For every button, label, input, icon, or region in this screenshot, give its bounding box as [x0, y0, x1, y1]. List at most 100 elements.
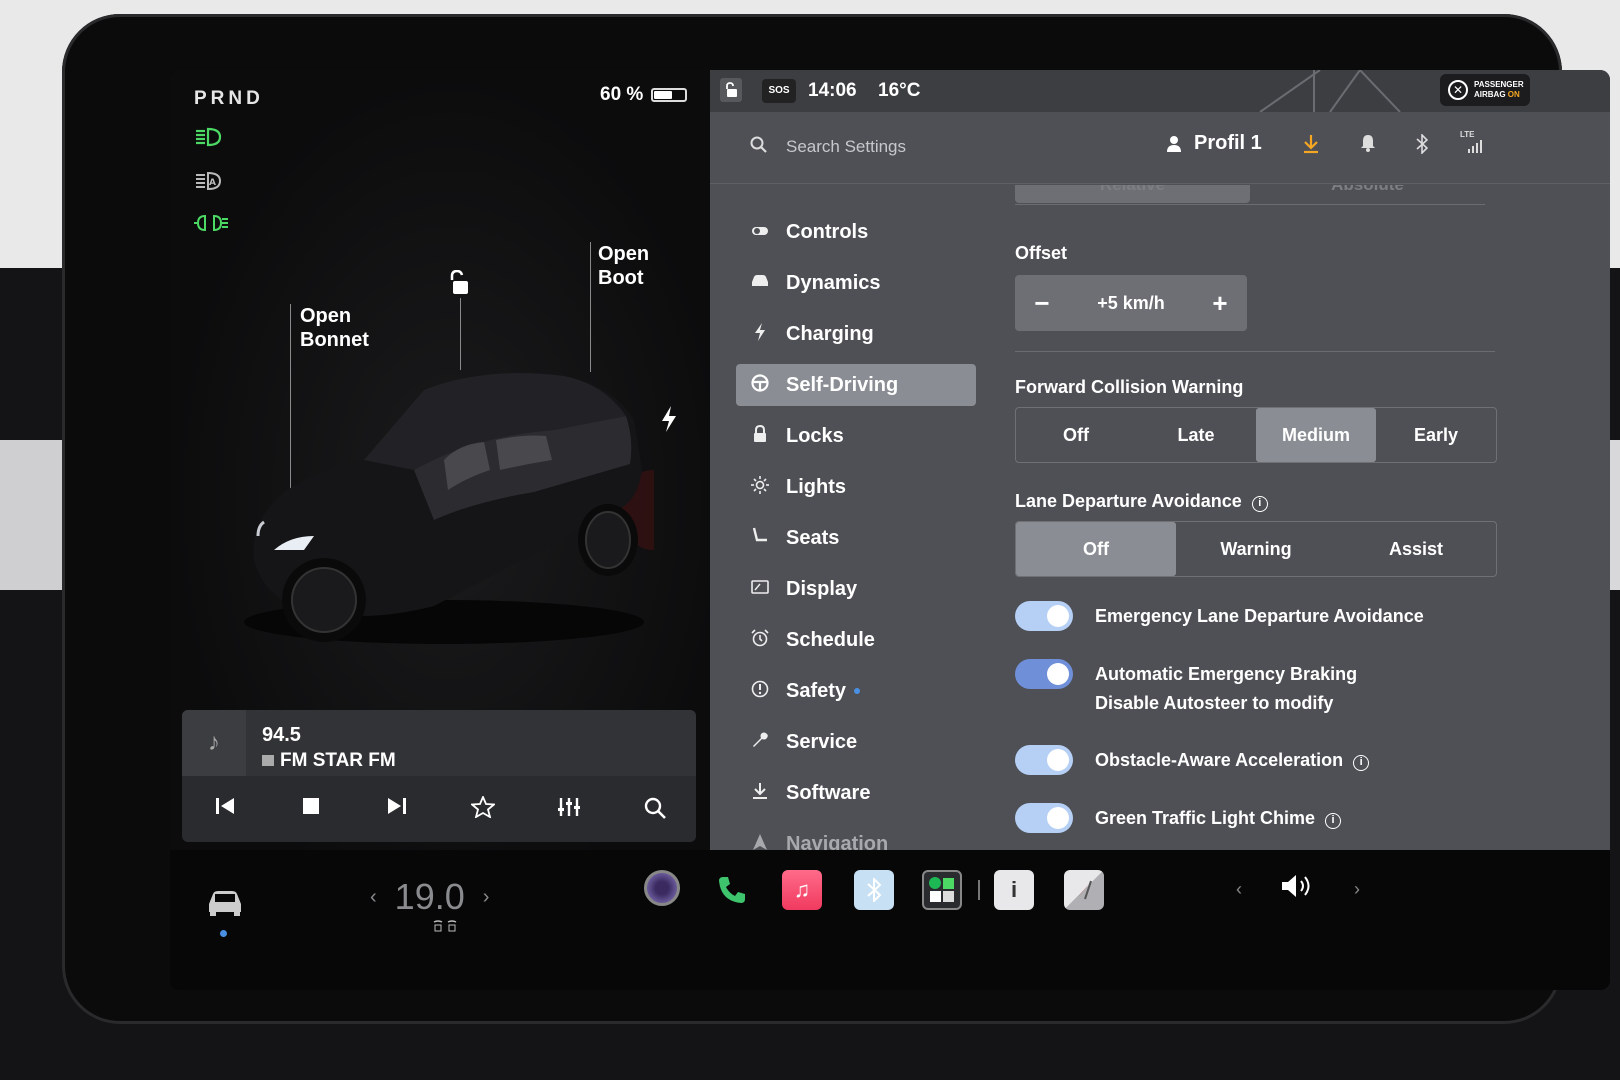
speed-mode-absolute[interactable]: Absolute: [1250, 185, 1485, 203]
fcw-option-off[interactable]: Off: [1016, 408, 1136, 462]
open-boot-button[interactable]: Open Boot: [598, 242, 649, 290]
info-icon[interactable]: i: [1353, 755, 1370, 771]
volume-down-icon[interactable]: ‹: [1236, 879, 1242, 900]
toggle-switch[interactable]: [1015, 745, 1073, 775]
network-type: LTE: [1460, 130, 1475, 139]
sidebar-item-dynamics[interactable]: Dynamics: [736, 262, 976, 304]
toggle-text: Green Traffic Light Chime i: [1095, 803, 1342, 833]
toggle-text: Emergency Lane Departure Avoidance: [1095, 601, 1424, 631]
manual-icon[interactable]: i: [994, 870, 1034, 910]
seat-heater-icon[interactable]: [432, 920, 458, 935]
speed-limit-mode-selector: Relative Absolute: [1015, 185, 1485, 205]
charge-port-icon[interactable]: [660, 406, 678, 438]
toggle-sublabel: Disable Autosteer to modify: [1095, 693, 1334, 713]
temp-decrease-icon[interactable]: ‹: [370, 886, 377, 909]
sidebar-item-label: Safety: [786, 679, 847, 702]
fog-lights-icon[interactable]: [194, 212, 228, 239]
open-bonnet-button[interactable]: Open Bonnet: [300, 304, 369, 352]
sidebar-item-charging[interactable]: Charging: [736, 313, 976, 355]
lda-label-text: Lane Departure Avoidance: [1015, 491, 1242, 511]
media-search-icon[interactable]: [638, 796, 672, 826]
download-icon: [750, 782, 770, 804]
toggle-switch[interactable]: [1015, 659, 1073, 689]
open-bonnet-line2: Bonnet: [300, 329, 369, 351]
notification-bell-icon[interactable]: [1360, 134, 1376, 157]
offset-label: Offset: [1015, 243, 1068, 263]
speed-mode-relative[interactable]: Relative: [1015, 185, 1250, 203]
volume-control: ‹ ›: [1236, 872, 1360, 907]
sidebar-item-label: Schedule: [786, 628, 875, 651]
media-now-playing[interactable]: ♪ 94.5 FM STAR FM: [182, 710, 696, 776]
open-boot-line2: Boot: [598, 267, 644, 289]
section-divider: [1015, 351, 1495, 352]
download-icon[interactable]: [1302, 134, 1320, 159]
fcw-option-late[interactable]: Late: [1136, 408, 1256, 462]
offset-stepper: − +5 km/h +: [1015, 275, 1247, 331]
car-icon[interactable]: [206, 888, 244, 916]
auto-headlights-icon[interactable]: A: [194, 170, 224, 197]
sidebar-item-service[interactable]: Service: [736, 721, 976, 763]
cabin-temperature[interactable]: 19.0: [395, 876, 465, 918]
profile-button[interactable]: Profil 1: [1166, 132, 1262, 155]
bluetooth-app-icon[interactable]: [854, 870, 894, 910]
status-bar: SOS 14:06 16°C ✕ PASSENGER AIRBAG ON: [710, 70, 1610, 112]
spotify-icon[interactable]: [922, 870, 962, 910]
info-icon[interactable]: i: [1251, 496, 1268, 512]
volume-icon[interactable]: [1280, 872, 1316, 907]
next-icon[interactable]: [380, 796, 414, 822]
volume-up-icon[interactable]: ›: [1354, 879, 1360, 900]
bolt-icon: [750, 323, 770, 345]
fcw-option-medium[interactable]: Medium: [1256, 408, 1376, 462]
toggle-knob: [1047, 807, 1069, 829]
phone-icon[interactable]: [712, 870, 752, 910]
sidebar-item-software[interactable]: Software: [736, 772, 976, 814]
info-icon[interactable]: i: [1325, 813, 1342, 829]
unlock-icon[interactable]: [448, 269, 468, 294]
lda-option-assist[interactable]: Assist: [1336, 522, 1496, 576]
sidebar-item-seats[interactable]: Seats: [736, 517, 976, 559]
lda-option-warning[interactable]: Warning: [1176, 522, 1336, 576]
lda-option-off[interactable]: Off: [1016, 522, 1176, 576]
sidebar-item-schedule[interactable]: Schedule: [736, 619, 976, 661]
sidebar-item-controls[interactable]: Controls: [736, 211, 976, 253]
stop-icon[interactable]: [294, 796, 328, 822]
map-road-graphic: [1259, 70, 1401, 112]
toggle-switch[interactable]: [1015, 601, 1073, 631]
toggle-text: Obstacle-Aware Acceleration i: [1095, 745, 1370, 775]
sidebar-item-self-driving[interactable]: Self-Driving: [736, 364, 976, 406]
airbag-line1: PASSENGER: [1474, 80, 1524, 89]
sidebar-item-safety[interactable]: Safety: [736, 670, 976, 712]
sos-button[interactable]: SOS: [762, 79, 796, 103]
headlights-on-icon[interactable]: [194, 126, 224, 153]
car-model: [234, 360, 682, 650]
sidebar-item-display[interactable]: Display: [736, 568, 976, 610]
toggle-label: Green Traffic Light Chime i: [1095, 803, 1342, 833]
fcw-option-early[interactable]: Early: [1376, 408, 1496, 462]
toggle-label-text: Obstacle-Aware Acceleration: [1095, 750, 1344, 770]
alarm-icon: [750, 629, 770, 651]
alert-icon: [750, 680, 770, 702]
navigation-app-icon[interactable]: [1064, 870, 1104, 910]
battery-icon: [651, 88, 688, 102]
toggle-label: Obstacle-Aware Acceleration i: [1095, 745, 1370, 775]
bluetooth-icon[interactable]: [1416, 133, 1429, 159]
sidebar-item-label: Self-Driving: [786, 373, 899, 396]
battery-status: 60 %: [600, 84, 688, 106]
toggle-switch[interactable]: [1015, 803, 1073, 833]
previous-icon[interactable]: [208, 796, 242, 822]
sidebar-item-lights[interactable]: Lights: [736, 466, 976, 508]
display-icon: [750, 580, 770, 598]
equalizer-icon[interactable]: [552, 796, 586, 824]
lock-status-icon[interactable]: [720, 78, 742, 102]
sidebar-item-locks[interactable]: Locks: [736, 415, 976, 457]
offset-increase-button[interactable]: +: [1205, 288, 1235, 319]
airbag-icon: ✕: [1448, 80, 1468, 100]
camera-icon[interactable]: [644, 870, 680, 906]
sidebar-item-navigation[interactable]: Navigation: [736, 823, 976, 850]
temp-increase-icon[interactable]: ›: [483, 886, 490, 909]
music-icon[interactable]: ♫: [782, 870, 822, 910]
search-input[interactable]: [786, 132, 1086, 162]
offset-decrease-button[interactable]: −: [1027, 288, 1057, 319]
favorite-icon[interactable]: [466, 794, 500, 824]
toggle-label: Emergency Lane Departure Avoidance: [1095, 601, 1424, 631]
